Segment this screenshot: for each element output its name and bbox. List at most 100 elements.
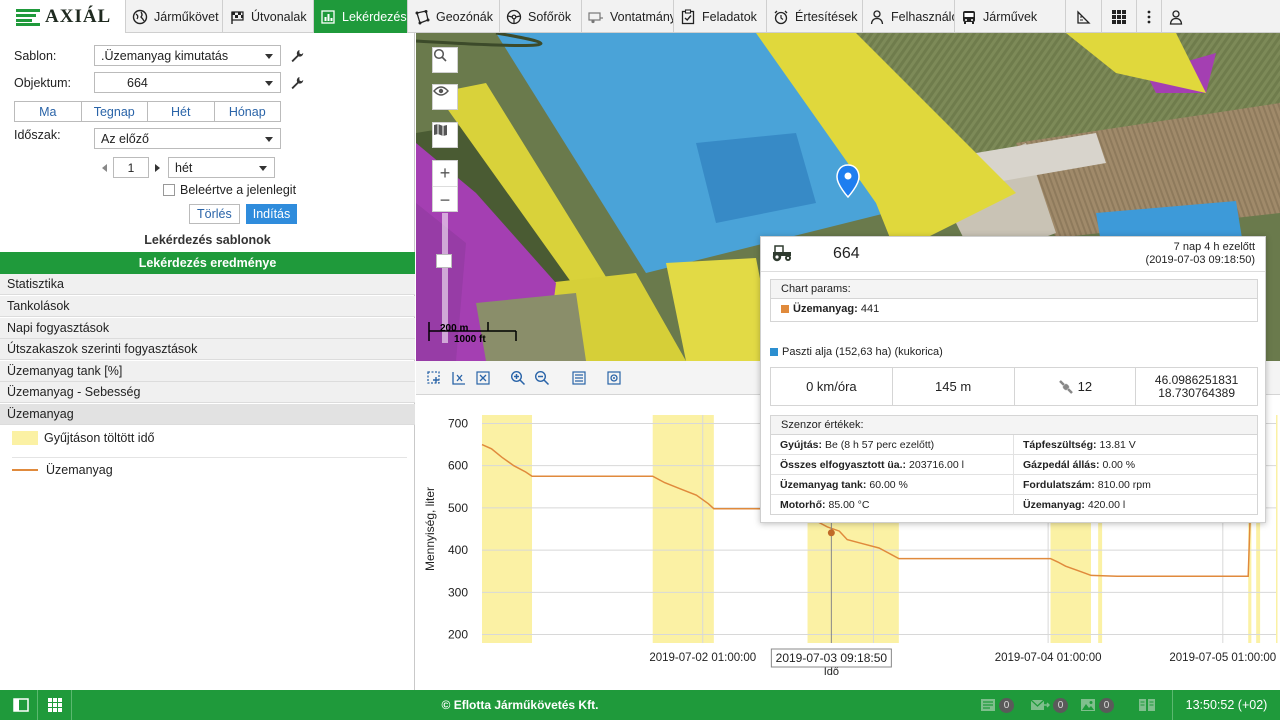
globe-icon	[132, 9, 148, 24]
legend-collect-label: Gyűjtáson töltött idő	[44, 431, 155, 445]
period-unit-select[interactable]: hét	[168, 157, 275, 178]
app-logo[interactable]: AXIÁL	[0, 0, 126, 33]
chart-params-box: Chart params: Üzemanyag: 441	[770, 279, 1258, 322]
scale-meters: 200 m	[440, 323, 469, 334]
include-current-label: Beleértve a jelenlegit	[180, 183, 297, 197]
result-item-tank-szazalek[interactable]: Üzemanyag tank [%]	[0, 361, 415, 382]
tractor-icon	[772, 245, 791, 262]
x-zoom-icon[interactable]	[451, 370, 467, 386]
sensor-value: 420.00 l	[1087, 499, 1126, 511]
param-label: Üzemanyag:	[793, 303, 858, 315]
result-item-utszakaszok[interactable]: Útszakaszok szerinti fogyasztások	[0, 339, 415, 360]
zoom-slider-handle[interactable]	[436, 254, 452, 268]
start-button[interactable]: Indítás	[245, 204, 298, 224]
result-item-statisztika[interactable]: Statisztika	[0, 274, 415, 295]
zoom-out-icon[interactable]	[534, 370, 550, 386]
result-item-uzemanyag[interactable]: Üzemanyag	[0, 404, 415, 425]
mail-counter[interactable]: 0	[1030, 690, 1068, 720]
tab-jarmukovetes[interactable]: Járműkövet	[126, 0, 223, 33]
map-zoom-control: + −	[432, 160, 458, 212]
period-count-input[interactable]: 1	[113, 157, 149, 178]
ruler-button[interactable]	[1066, 0, 1102, 33]
idoszak-label: Időszak:	[14, 128, 61, 142]
range-yesterday-button[interactable]: Tegnap	[81, 102, 148, 121]
target-icon[interactable]	[606, 370, 622, 386]
map-visibility-button[interactable]	[432, 84, 458, 110]
objektum-value: 664	[127, 75, 148, 90]
result-item-napi-fogyasztasok[interactable]: Napi fogyasztások	[0, 318, 415, 339]
bus-icon	[963, 10, 975, 24]
fit-zoom-icon[interactable]	[475, 370, 491, 386]
range-week-button[interactable]: Hét	[148, 102, 215, 121]
checkered-flag-icon	[231, 10, 244, 24]
account-button[interactable]	[1162, 0, 1190, 33]
sensor-key: Tápfeszültség:	[1023, 438, 1097, 451]
eye-icon	[433, 86, 449, 96]
map-search-button[interactable]	[432, 47, 458, 73]
messages-counter[interactable]: 0	[980, 690, 1014, 720]
zoom-in-button[interactable]: +	[433, 161, 457, 187]
top-navigation: AXIÁL Járműkövet Útvonalak Lekérdezés Ge…	[0, 0, 1280, 33]
tab-utvonalak[interactable]: Útvonalak	[223, 0, 314, 33]
range-today-button[interactable]: Ma	[15, 102, 82, 121]
tab-ertesitesek[interactable]: Értesítések	[767, 0, 863, 33]
result-item-tankolasok[interactable]: Tankolások	[0, 296, 415, 317]
chevron-down-icon	[259, 166, 267, 171]
y-tick-label: 300	[448, 585, 468, 599]
geozone-text: Paszti alja (152,63 ha) (kukorica)	[782, 346, 943, 358]
zoom-out-button[interactable]: −	[433, 187, 457, 213]
increment-icon[interactable]	[155, 163, 160, 172]
images-counter[interactable]: 0	[1080, 690, 1114, 720]
chevron-down-icon	[265, 137, 273, 142]
sensor-value: 13.81 V	[1099, 438, 1136, 451]
tab-felhasznalo[interactable]: Felhasználó	[863, 0, 955, 33]
sablon-select[interactable]: .Üzemanyag kimutatás	[94, 45, 281, 66]
wrench-icon[interactable]	[290, 49, 304, 63]
list-icon[interactable]	[571, 370, 587, 386]
period-count-row: 1 hét	[102, 157, 275, 178]
tab-geozonak[interactable]: Geozónák	[408, 0, 500, 33]
images-badge: 0	[1099, 697, 1114, 713]
sensor-value: Be (8 h 57 perc ezelőtt)	[825, 438, 935, 451]
tab-jarmuvek[interactable]: Járművek	[955, 0, 1066, 33]
collect-band	[482, 415, 533, 643]
message-icon	[981, 699, 995, 711]
tab-label: Járművek	[983, 9, 1038, 24]
sensor-item: Gázpedál állás: 0.00 %	[1014, 455, 1257, 475]
clear-button[interactable]: Törlés	[189, 204, 240, 224]
decrement-icon[interactable]	[102, 163, 107, 172]
scale-feet: 1000 ft	[454, 334, 486, 345]
y-axis-label: Mennyiség, liter	[423, 487, 437, 571]
sensor-title: Szenzor értékek:	[771, 416, 1257, 435]
company-footer: © Eflotta Járműkövetés Kft.	[441, 698, 599, 712]
include-current-checkbox[interactable]	[163, 184, 175, 196]
sensor-value: 85.00 °C	[828, 499, 870, 511]
tab-soforok[interactable]: Sofőrök	[500, 0, 582, 33]
sensor-item: Üzemanyag: 420.00 l	[1014, 495, 1257, 515]
tab-vontatmany[interactable]: Vontatmány	[582, 0, 674, 33]
more-menu-button[interactable]	[1137, 0, 1162, 33]
result-item-uzemanyag-sebesseg[interactable]: Üzemanyag - Sebesség	[0, 382, 415, 403]
tab-feladatok[interactable]: Feladatok	[674, 0, 767, 33]
map-layers-button[interactable]	[432, 122, 458, 148]
box-zoom-icon[interactable]	[426, 370, 442, 386]
legend-fuel[interactable]: Üzemanyag	[12, 463, 113, 477]
tab-lekerdezes[interactable]: Lekérdezés	[314, 0, 408, 33]
legend-collect[interactable]: Gyűjtáson töltött idő	[12, 431, 154, 445]
y-tick-label: 700	[448, 416, 468, 430]
templates-title[interactable]: Lekérdezés sablonok	[0, 233, 415, 247]
sensor-item: Motorhő: 85.00 °C	[771, 495, 1014, 515]
range-month-button[interactable]: Hónap	[214, 102, 280, 121]
cursor-label: 2019-07-03 09:18:50	[776, 651, 888, 665]
trailer-icon	[588, 11, 603, 23]
grid-menu-button[interactable]	[1102, 0, 1137, 33]
x-tick-label: 2019-07-02 01:00:00	[649, 652, 756, 664]
reports-counter[interactable]	[1138, 690, 1156, 720]
task-check-icon	[681, 8, 695, 24]
zoom-in-icon[interactable]	[510, 370, 526, 386]
tab-label: Sofőrök	[528, 9, 572, 24]
user-icon	[870, 9, 884, 24]
idoszak-select[interactable]: Az előző	[94, 128, 281, 149]
wrench-icon[interactable]	[290, 76, 304, 90]
objektum-select[interactable]: 664	[94, 72, 281, 93]
